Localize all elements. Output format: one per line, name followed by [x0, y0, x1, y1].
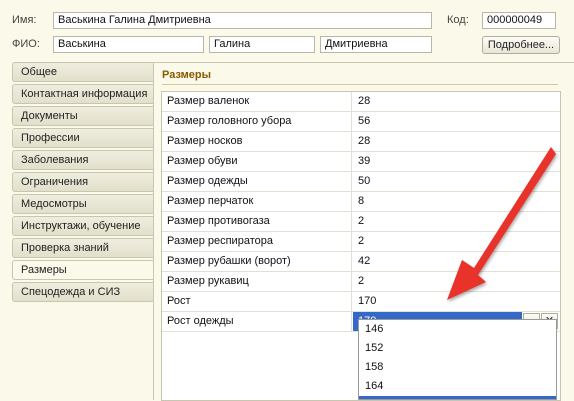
annotation-arrow-icon — [447, 147, 556, 300]
